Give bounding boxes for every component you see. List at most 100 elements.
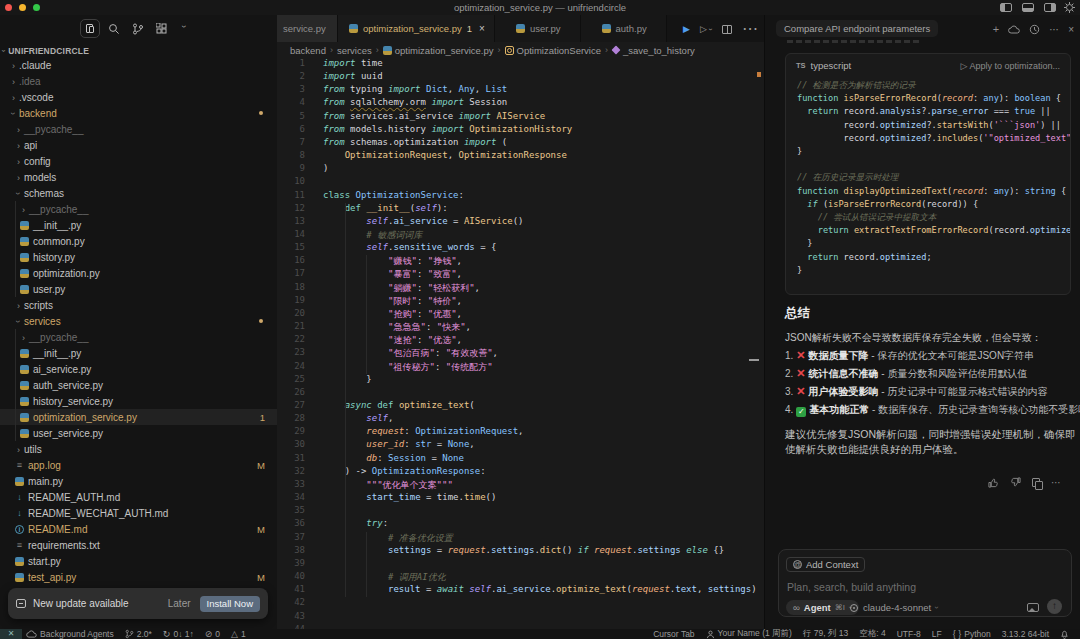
- tree-item-optimization_service.py[interactable]: optimization_service.py1: [0, 409, 277, 425]
- attach-image-icon[interactable]: [1027, 603, 1039, 612]
- tree-item-requirements.txt[interactable]: ≡requirements.txt: [0, 537, 277, 553]
- breadcrumb-item-optimization_service.py[interactable]: optimization_service.py: [383, 45, 494, 56]
- tree-item-README_AUTH.md[interactable]: ↓README_AUTH.md: [0, 489, 277, 505]
- agent-mode-selector[interactable]: ∞ Agent ⌘I ›: [786, 600, 859, 615]
- status-item-utf-8[interactable]: UTF-8: [897, 629, 921, 639]
- tree-item-services[interactable]: ›services: [0, 313, 277, 329]
- more-actions-icon[interactable]: ⋯: [742, 19, 758, 38]
- new-chat-icon[interactable]: +: [993, 23, 999, 35]
- tree-item-backend[interactable]: ›backend: [0, 105, 277, 121]
- later-button[interactable]: Later: [168, 598, 191, 609]
- close-tab-icon[interactable]: ×: [479, 23, 485, 34]
- tab-auth.py[interactable]: auth.py: [581, 15, 667, 42]
- status-item-1[interactable]: △1: [231, 629, 246, 639]
- more-icon[interactable]: ⋯: [1049, 24, 1059, 35]
- toggle-panel-icon[interactable]: [1022, 3, 1034, 12]
- files-view-button[interactable]: [80, 19, 100, 38]
- tree-item-start.py[interactable]: start.py: [0, 553, 277, 569]
- tab-service.py[interactable]: service.py: [277, 15, 338, 42]
- model-selector[interactable]: claude-4-sonnet ›: [849, 602, 938, 613]
- explorer-root-header[interactable]: › UNIFRIENDCIRCLE: [2, 43, 89, 58]
- tree-item-__init__.py[interactable]: __init__.py: [0, 217, 277, 233]
- tree-item-models[interactable]: ›models: [0, 169, 277, 185]
- tree-item-history_service.py[interactable]: history_service.py: [0, 393, 277, 409]
- search-icon[interactable]: [108, 23, 120, 35]
- breadcrumb-item-services[interactable]: services: [337, 45, 372, 56]
- tree-item-schemas[interactable]: ›schemas: [0, 185, 277, 201]
- remote-indicator[interactable]: ✕: [0, 629, 22, 639]
- send-button[interactable]: ↑: [1047, 599, 1062, 614]
- status-item-3-13-2-64-bit[interactable]: 3.13.2 64-bit: [1002, 629, 1049, 639]
- split-editor-icon[interactable]: [722, 20, 732, 38]
- message-more-icon[interactable]: ⋯: [1051, 477, 1061, 488]
- tree-item-.idea[interactable]: ›.idea: [0, 73, 277, 89]
- status-item-background-agents[interactable]: Background Agents: [26, 629, 114, 639]
- chat-input-box[interactable]: @ Add Context Plan, search, build anythi…: [778, 549, 1072, 617]
- tree-item-ai_service.py[interactable]: ai_service.py: [0, 361, 277, 377]
- tree-item-__init__.py[interactable]: __init__.py: [0, 345, 277, 361]
- tree-item-user.py[interactable]: user.py: [0, 281, 277, 297]
- tree-item-optimization.py[interactable]: optimization.py: [0, 265, 277, 281]
- tree-item-label: user.py: [33, 284, 65, 295]
- tree-item-__pycache__[interactable]: ›__pycache__: [0, 201, 277, 217]
- code-line-10: if (isParseErrorRecord(record)) {: [797, 199, 978, 212]
- gear-icon[interactable]: [1064, 2, 1075, 13]
- tree-item-README.md[interactable]: iREADME.mdM: [0, 521, 277, 537]
- line-number: 23: [277, 347, 305, 357]
- warning-icon: △: [231, 629, 238, 639]
- tree-item-main.py[interactable]: main.py: [0, 473, 277, 489]
- tree-item-auth_service.py[interactable]: auth_service.py: [0, 377, 277, 393]
- source-control-icon[interactable]: [132, 23, 144, 35]
- tree-item-.vscode[interactable]: ›.vscode: [0, 89, 277, 105]
- status-item-行-79-列-13[interactable]: 行 79, 列 13: [803, 628, 848, 639]
- chat-tab-title[interactable]: Compare API endpoint parameters: [776, 20, 938, 37]
- code-line-17: 17 "暴富": "致富",: [277, 268, 764, 281]
- status-item-cursor-tab[interactable]: Cursor Tab: [653, 629, 694, 639]
- sidebar-toolbar: ›: [0, 15, 277, 42]
- tree-item-__pycache__[interactable]: ›__pycache__: [0, 121, 277, 137]
- code-editor[interactable]: 1import time2import uuid3from typing imp…: [277, 58, 764, 629]
- breadcrumb-item-_save_to_history[interactable]: _save_to_history: [612, 45, 695, 56]
- extensions-icon[interactable]: [156, 23, 168, 35]
- model-icon: [849, 603, 859, 613]
- python-file-icon: [20, 285, 29, 294]
- play-icon[interactable]: ▷ ›: [700, 24, 712, 34]
- status-item-0[interactable]: ⊘0: [205, 629, 220, 639]
- status-item-bell[interactable]: [1060, 629, 1069, 639]
- status-item-空格-4[interactable]: 空格: 4: [859, 628, 885, 639]
- tree-item-config[interactable]: ›config: [0, 153, 277, 169]
- tree-item-README_WECHAT_AUTH.md[interactable]: ↓README_WECHAT_AUTH.md: [0, 505, 277, 521]
- apply-button[interactable]: ▷ Apply to optimization...: [961, 61, 1060, 71]
- tree-item-api[interactable]: ›api: [0, 137, 277, 153]
- tree-item-app.log[interactable]: ≡app.logM: [0, 457, 277, 473]
- breadcrumb-item-OptimizationService[interactable]: OptimizationService: [505, 45, 601, 56]
- tab-optimization_service.py[interactable]: optimization_service.py1×: [338, 15, 495, 42]
- install-now-button[interactable]: Install Now: [200, 596, 260, 612]
- toggle-sidebar-icon[interactable]: [1000, 3, 1012, 12]
- history-icon[interactable]: [1029, 24, 1040, 35]
- close-panel-icon[interactable]: ×: [1068, 24, 1074, 35]
- thumbs-up-icon[interactable]: [988, 477, 999, 488]
- tree-item-utils[interactable]: ›utils: [0, 441, 277, 457]
- tab-user.py[interactable]: user.py: [495, 15, 581, 42]
- cloud-icon[interactable]: [1008, 25, 1020, 34]
- copy-icon[interactable]: [1032, 473, 1040, 491]
- tree-item-__pycache__[interactable]: ›__pycache__: [0, 329, 277, 345]
- status-item-your-name-1-周前-[interactable]: Your Name (1 周前): [706, 628, 792, 639]
- tree-item-test_api.py[interactable]: test_api.pyM: [0, 569, 277, 585]
- tree-item-user_service.py[interactable]: user_service.py: [0, 425, 277, 441]
- status-item-lf[interactable]: LF: [932, 629, 942, 639]
- add-context-chip[interactable]: @ Add Context: [786, 557, 865, 572]
- thumbs-down-icon[interactable]: [1010, 477, 1021, 488]
- breadcrumb-item-backend[interactable]: backend: [290, 45, 326, 56]
- run-python-icon[interactable]: ▶: [683, 24, 690, 34]
- status-item-0-1-[interactable]: ↻0↓ 1↑: [163, 629, 194, 639]
- chevron-down-icon[interactable]: ›: [179, 25, 189, 28]
- status-item-python[interactable]: { }Python: [953, 629, 991, 639]
- tree-item-.claude[interactable]: ›.claude: [0, 57, 277, 73]
- tree-item-scripts[interactable]: ›scripts: [0, 297, 277, 313]
- toggle-rightpanel-icon[interactable]: [1044, 3, 1056, 12]
- tree-item-history.py[interactable]: history.py: [0, 249, 277, 265]
- tree-item-common.py[interactable]: common.py: [0, 233, 277, 249]
- status-item-2-0-[interactable]: 2.0*: [125, 629, 152, 639]
